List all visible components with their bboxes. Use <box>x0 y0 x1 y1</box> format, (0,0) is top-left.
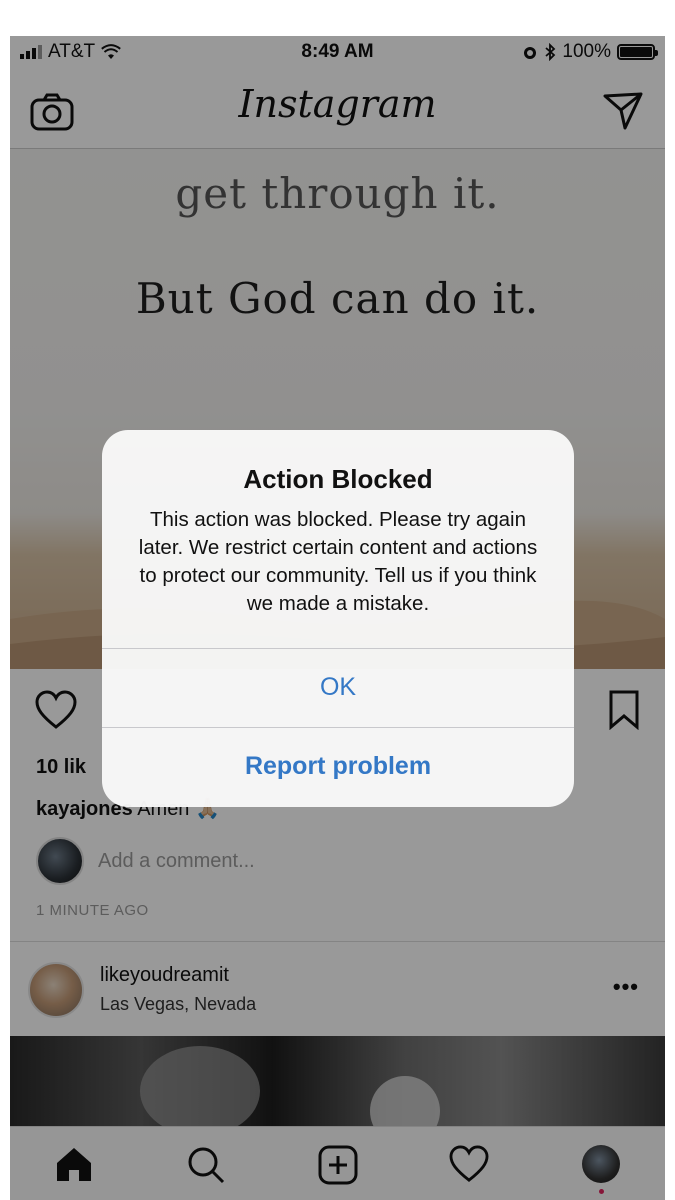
ok-button[interactable]: OK <box>102 648 574 726</box>
report-problem-button[interactable]: Report problem <box>102 727 574 805</box>
dialog-message: This action was blocked. Please try agai… <box>138 508 538 615</box>
dialog-title: Action Blocked <box>243 464 433 494</box>
action-blocked-dialog: Action Blocked This action was blocked. … <box>102 430 574 807</box>
phone-screen: AT&T 8:49 AM 100% Instagram get through … <box>10 36 665 1200</box>
